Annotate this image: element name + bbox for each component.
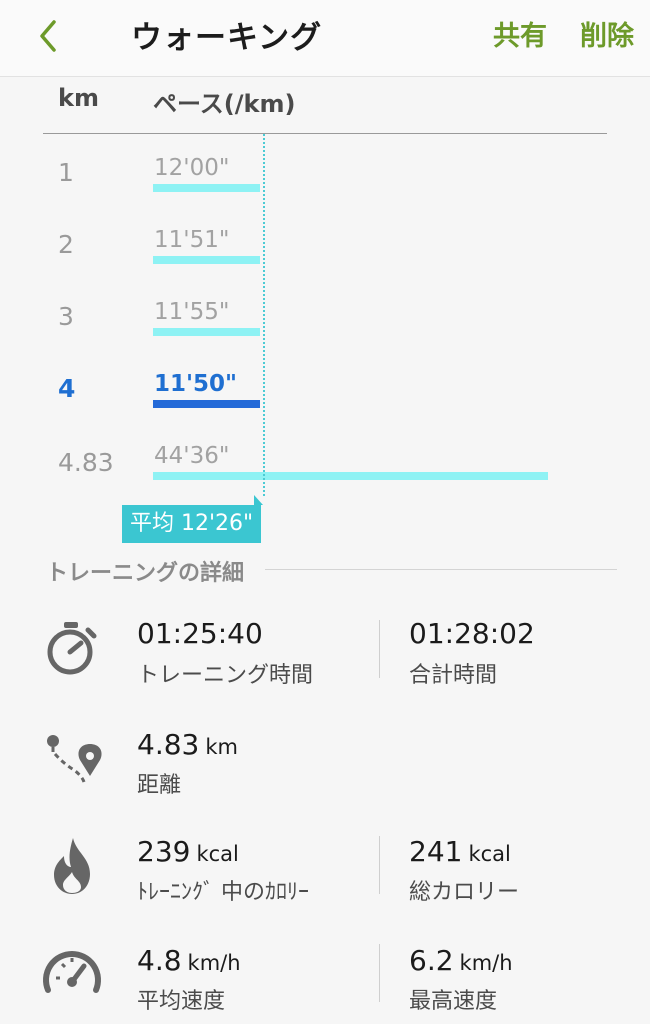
page-title: ウォーキング: [131, 20, 323, 56]
max-speed-label: 最高速度: [409, 989, 498, 1014]
total-calories-value: 241 kcal: [409, 835, 511, 868]
header-divider: [43, 133, 607, 134]
split-pace: 11'51": [154, 227, 230, 253]
training-calories-label: ﾄﾚｰﾆﾝｸﾞ 中のｶﾛﾘｰ: [137, 880, 309, 905]
stopwatch-icon: [47, 622, 97, 675]
split-pace-bar: [153, 256, 260, 264]
split-pace-bar: [153, 184, 260, 192]
route-icon: [47, 735, 102, 783]
back-button[interactable]: [34, 14, 74, 58]
delete-button[interactable]: 削除: [580, 14, 634, 53]
total-time-value: 01:28:02: [409, 617, 535, 650]
column-header-pace: ペース(/km): [153, 90, 296, 118]
column-divider: [379, 836, 380, 894]
training-details-heading: トレーニングの詳細: [46, 561, 245, 586]
split-km: 4.83: [58, 448, 114, 477]
split-pace: 12'00": [154, 155, 230, 181]
split-pace: 44'36": [154, 443, 230, 469]
average-pace-line: [263, 134, 265, 496]
split-km: 4: [58, 374, 76, 403]
split-pace-bar: [153, 328, 260, 336]
distance-value: 4.83 km: [137, 728, 238, 761]
training-time-label: トレーニング時間: [137, 663, 314, 688]
flame-icon: [54, 838, 90, 894]
split-km: 2: [58, 230, 74, 259]
section-divider: [265, 569, 617, 570]
column-divider: [379, 620, 380, 678]
split-pace-bar: [153, 400, 260, 408]
speedometer-icon: [43, 951, 101, 993]
average-pace-label: 平均 12'26": [122, 495, 264, 543]
average-speed-value: 4.8 km/h: [137, 944, 241, 977]
app-bar: ウォーキング 共有 削除: [0, 0, 650, 77]
chevron-left-icon: [40, 20, 56, 52]
max-speed-value: 6.2 km/h: [409, 944, 513, 977]
total-calories-label: 総カロリー: [409, 880, 520, 905]
column-divider: [379, 944, 380, 1002]
average-speed-label: 平均速度: [137, 989, 226, 1014]
total-time-label: 合計時間: [409, 663, 498, 688]
split-km: 1: [58, 158, 74, 187]
split-pace: 11'55": [154, 299, 230, 325]
split-pace-bar: [153, 472, 548, 480]
training-calories-value: 239 kcal: [137, 835, 239, 868]
share-button[interactable]: 共有: [493, 14, 547, 53]
column-header-km: km: [58, 84, 99, 112]
split-pace: 11'50": [154, 371, 238, 397]
training-time-value: 01:25:40: [137, 617, 263, 650]
split-km: 3: [58, 302, 74, 331]
distance-label: 距離: [137, 773, 182, 798]
